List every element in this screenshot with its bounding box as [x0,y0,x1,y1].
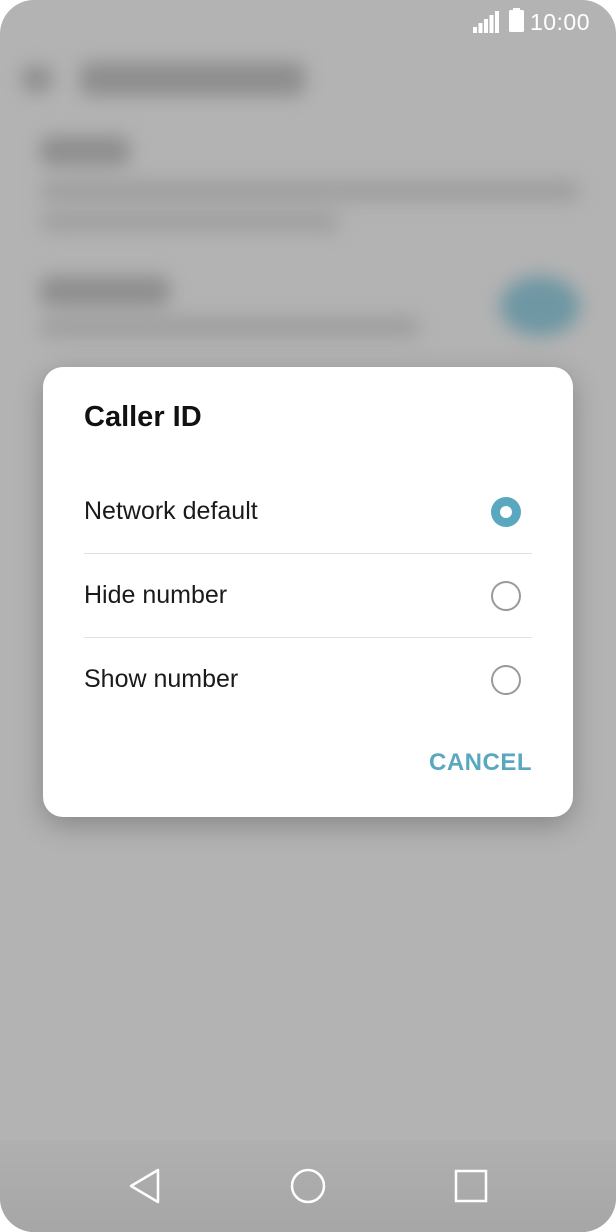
signal-icon [472,11,499,33]
option-hide-number[interactable]: Hide number [84,554,532,638]
radio-button-unchecked[interactable] [491,664,521,695]
home-icon[interactable] [288,1166,328,1206]
radio-button-checked[interactable] [491,496,521,527]
status-bar: 10:00 [0,0,616,44]
recents-icon[interactable] [451,1166,491,1206]
caller-id-dialog: Caller ID Network default Hide number Sh… [43,367,573,817]
dialog-title: Caller ID [84,401,202,433]
option-label: Show number [84,665,239,693]
status-time: 10:00 [529,8,590,35]
option-label: Network default [84,497,258,525]
back-icon[interactable] [125,1166,165,1206]
phone-screen: 10:00 Caller ID Network default Hide num… [0,0,616,1232]
navigation-bar [0,1140,616,1232]
caller-id-options: Network default Hide number Show number [84,470,532,721]
option-show-number[interactable]: Show number [84,638,532,721]
cancel-button[interactable]: CANCEL [429,749,532,777]
option-network-default[interactable]: Network default [84,470,532,554]
option-label: Hide number [84,581,228,609]
radio-button-unchecked[interactable] [491,580,521,611]
battery-icon [508,7,524,37]
